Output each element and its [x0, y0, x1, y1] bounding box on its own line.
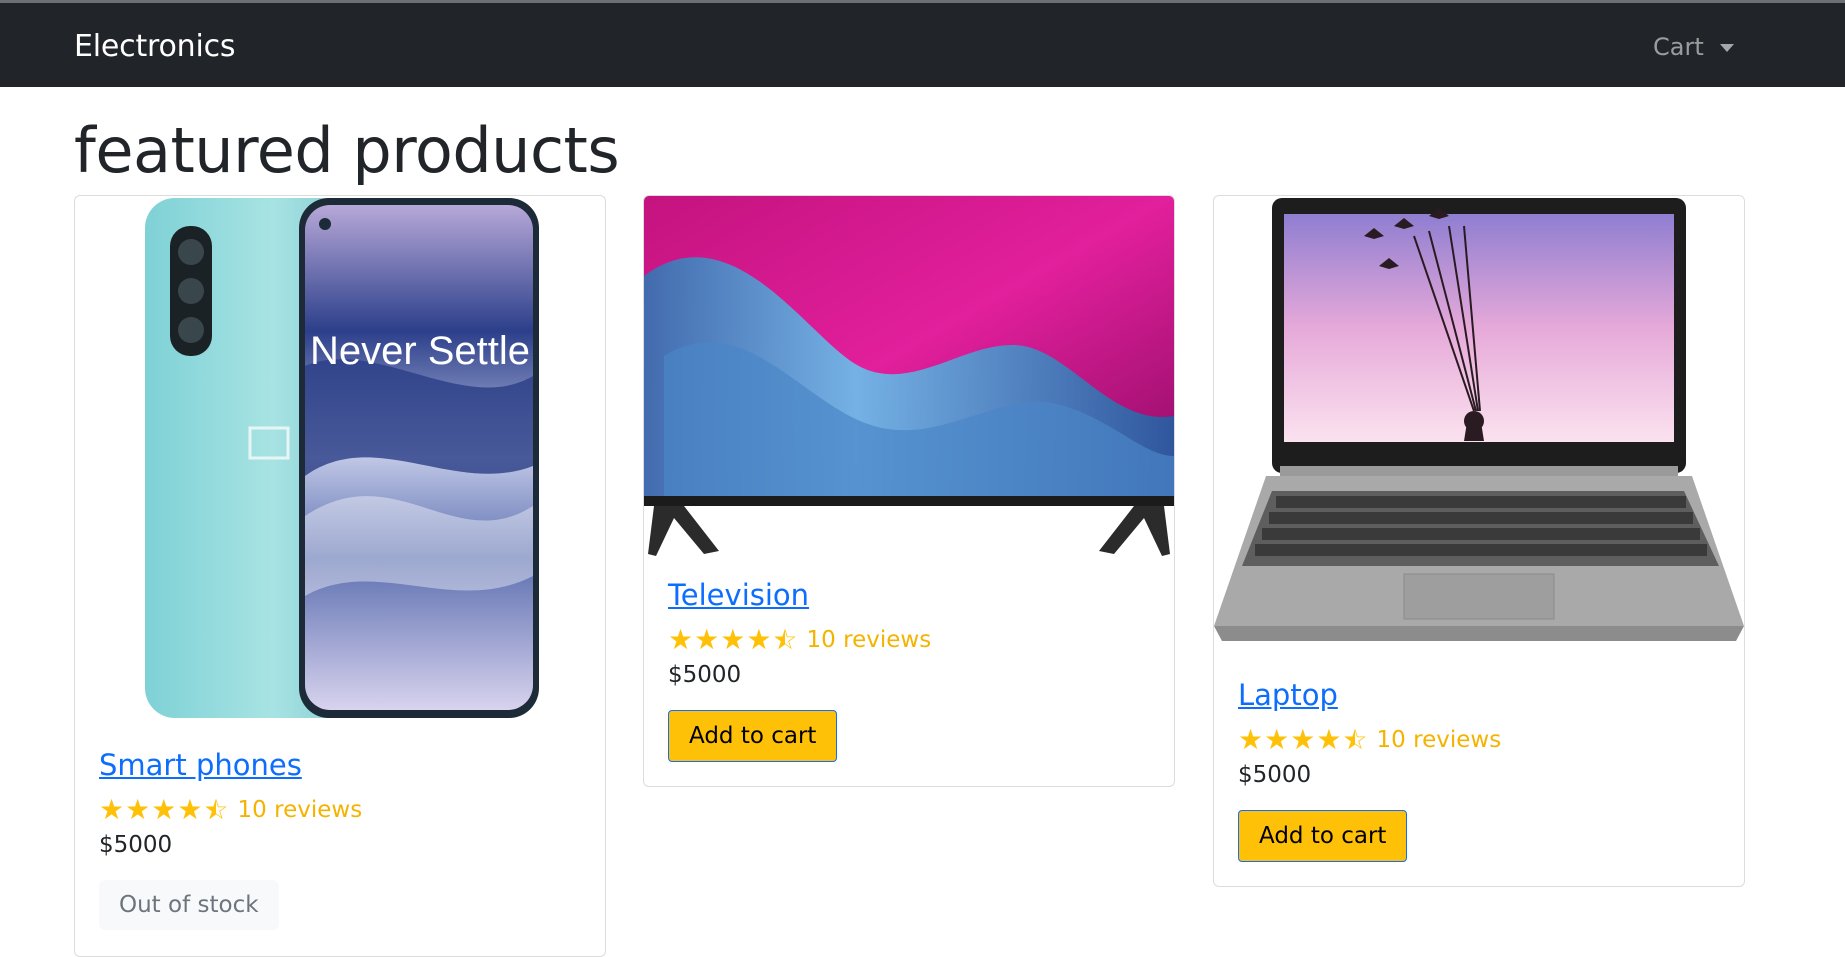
star-icon: ★ [1264, 723, 1290, 756]
star-icon: ★ [694, 623, 720, 656]
rating: ★ ★ ★ ★ ☆★ 10 reviews [1238, 726, 1720, 754]
phone-image[interactable]: Never Settle [75, 196, 605, 726]
laptop-image[interactable] [1214, 196, 1744, 656]
product-title-link[interactable]: Laptop [1238, 678, 1338, 712]
half-star-icon: ☆★ [203, 793, 229, 826]
star-icon: ★ [151, 793, 177, 826]
cart-dropdown[interactable]: Cart [1653, 33, 1734, 61]
star-icon: ★ [668, 623, 694, 656]
rating: ★ ★ ★ ★ ☆★ 10 reviews [99, 796, 581, 824]
product-title-link[interactable]: Television [668, 578, 809, 612]
price: $5000 [1238, 762, 1312, 788]
star-icon: ★ [177, 793, 203, 826]
chevron-down-icon [1719, 44, 1734, 52]
star-icon: ★ [99, 793, 125, 826]
reviews-count: 10 reviews [806, 627, 932, 653]
star-icon: ★ [1316, 723, 1342, 756]
half-star-icon: ☆★ [772, 623, 798, 656]
product-title-link[interactable]: Smart phones [99, 748, 302, 782]
product-card-laptop: Laptop ★ ★ ★ ★ ☆★ 10 reviews $5000 Add t… [1213, 195, 1745, 887]
reviews-count: 10 reviews [237, 797, 363, 823]
price: $5000 [99, 832, 173, 858]
brand-link[interactable]: Electronics [74, 29, 236, 64]
out-of-stock-button[interactable]: Out of stock [99, 880, 279, 930]
reviews-count: 10 reviews [1376, 727, 1502, 753]
star-icon: ★ [746, 623, 772, 656]
television-image[interactable] [644, 196, 1174, 556]
page-title: featured products [74, 114, 620, 187]
cart-label: Cart [1653, 33, 1704, 61]
add-to-cart-button[interactable]: Add to cart [1238, 810, 1408, 862]
product-card-television: Television ★ ★ ★ ★ ☆★ 10 reviews $5000 A… [643, 195, 1175, 787]
add-to-cart-button[interactable]: Add to cart [668, 710, 838, 762]
half-star-icon: ☆★ [1342, 723, 1368, 756]
star-icon: ★ [1290, 723, 1316, 756]
phone-screen-text: Never Settle [310, 329, 530, 373]
navbar: Electronics Cart [0, 3, 1845, 87]
star-icon: ★ [125, 793, 151, 826]
rating: ★ ★ ★ ★ ☆★ 10 reviews [668, 626, 1150, 654]
product-card-smart-phones: Never Settle Smart phones ★ ★ ★ ★ ☆★ 10 … [74, 195, 606, 957]
star-icon: ★ [1238, 723, 1264, 756]
star-icon: ★ [720, 623, 746, 656]
price: $5000 [668, 662, 742, 688]
